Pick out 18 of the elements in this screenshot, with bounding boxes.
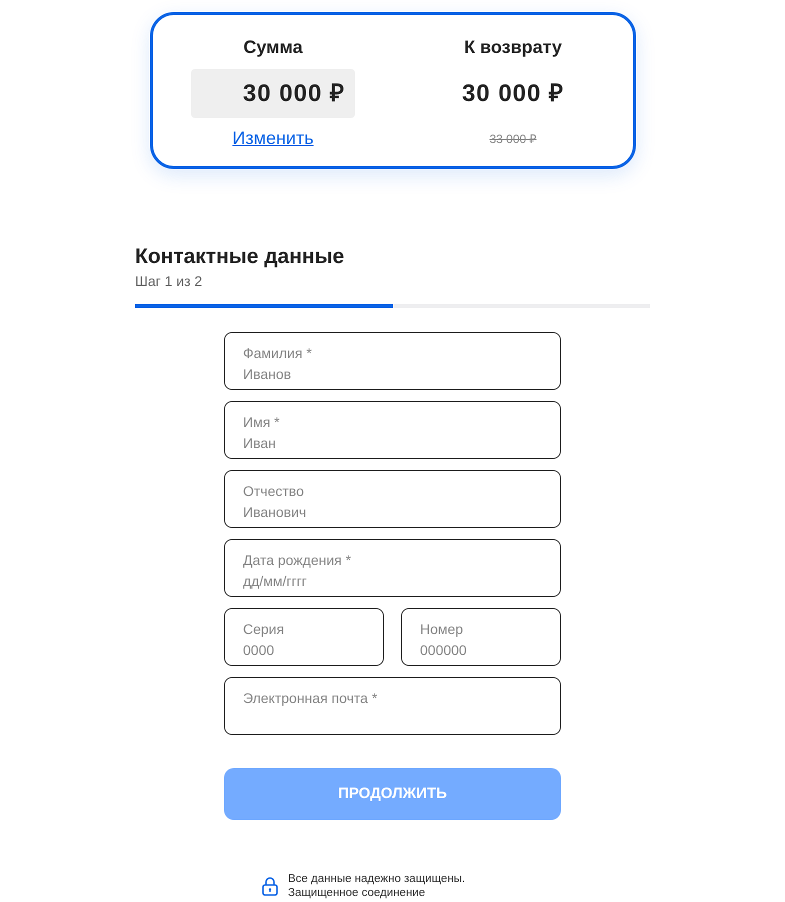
refund-value: 30 000 ₽ xyxy=(462,78,564,108)
amount-value: 30 000 ₽ xyxy=(191,69,355,118)
field-label: Имя * xyxy=(243,413,280,432)
security-note: Все данные надежно защищены. Защищенное соединение xyxy=(288,872,466,900)
field-label: Серия xyxy=(243,620,284,639)
input-field[interactable] xyxy=(224,677,561,735)
form-title: Контактные данные xyxy=(135,244,346,270)
old-amount: 33 000 ₽ xyxy=(489,131,537,148)
amount-label: Сумма xyxy=(243,36,303,59)
refund-label: К возврату xyxy=(464,36,562,59)
lock-icon xyxy=(262,876,278,896)
field-label: Фамилия * xyxy=(243,344,312,363)
field-label: Отчество xyxy=(243,482,304,501)
field-label: Дата рождения * xyxy=(243,551,352,570)
step-label: Шаг 1 из 2 xyxy=(135,272,204,291)
field-label: Номер xyxy=(420,620,464,639)
change-link[interactable]: Изменить xyxy=(232,125,314,152)
field-label: Электронная почта * xyxy=(243,689,378,708)
